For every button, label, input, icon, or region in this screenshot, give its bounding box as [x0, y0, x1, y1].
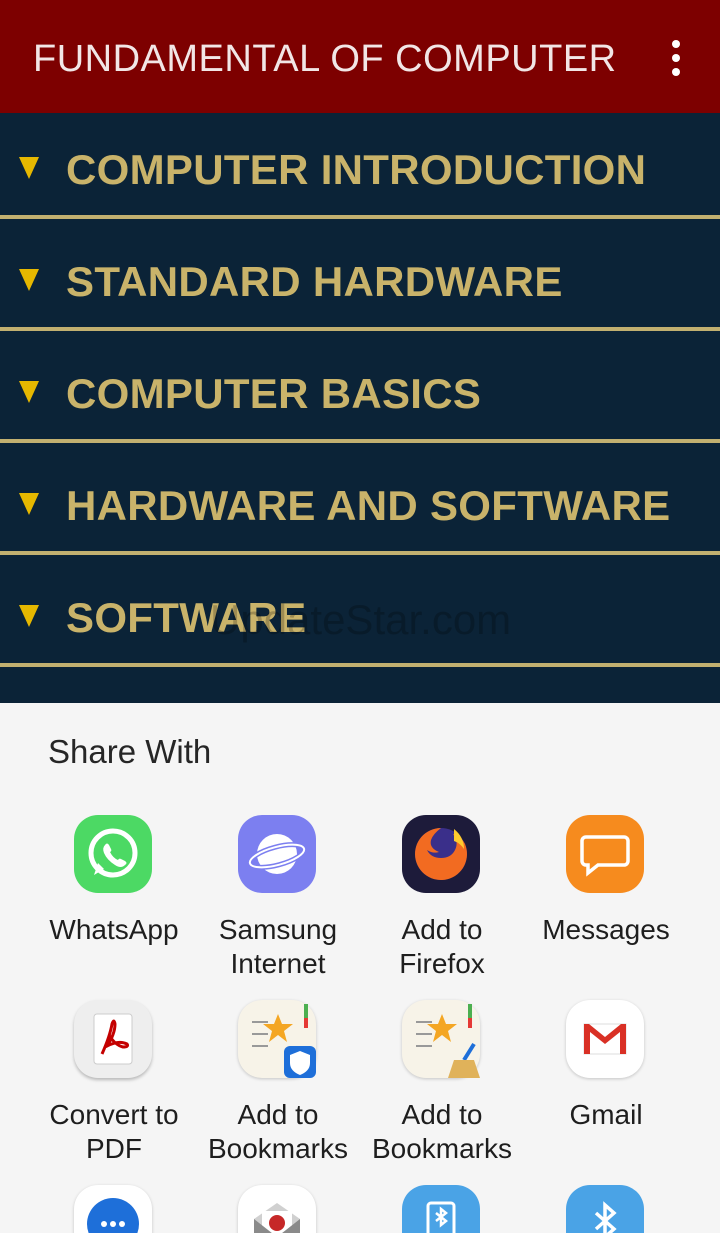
expand-arrow-icon — [19, 269, 39, 291]
share-sheet: Share With WhatsApp Samsung Internet Add… — [0, 703, 720, 1233]
share-app-label: Messages — [542, 914, 670, 945]
firefox-icon — [402, 815, 480, 893]
share-app-label: Add to Firefox — [399, 914, 485, 979]
chat-bubble-icon — [74, 1185, 152, 1233]
share-app-label: Add to Bookmarks — [371, 1099, 513, 1164]
topic-row-computer-introduction[interactable]: COMPUTER INTRODUCTION — [0, 113, 720, 219]
share-sheet-title: Share With — [48, 733, 212, 770]
more-vert-icon[interactable] — [660, 36, 692, 80]
share-app-label: Add to Bookmarks — [207, 1099, 349, 1164]
topic-label: STANDARD HARDWARE — [66, 258, 563, 305]
topic-row-software[interactable]: SOFTWARE — [0, 561, 720, 667]
topic-row-hardware-and-software[interactable]: HARDWARE AND SOFTWARE — [0, 449, 720, 555]
expand-arrow-icon — [19, 605, 39, 627]
bluetooth-icon — [566, 1185, 644, 1233]
share-app-label: Gmail — [569, 1099, 643, 1130]
bookmarks-broom-icon — [402, 1000, 480, 1078]
expand-arrow-icon — [19, 381, 39, 403]
pdf-icon — [74, 1000, 152, 1078]
bluetooth-file-icon — [402, 1185, 480, 1233]
app-bar: FUNDAMENTAL OF COMPUTER — [0, 0, 720, 113]
share-app-label: Samsung Internet — [218, 914, 338, 979]
expand-arrow-icon — [19, 493, 39, 515]
expand-arrow-icon — [19, 157, 39, 179]
bookmarks-shield-icon — [238, 1000, 316, 1078]
mail-icon — [238, 1185, 316, 1233]
share-app-label: WhatsApp — [49, 914, 179, 945]
messages-icon — [566, 815, 644, 893]
topic-list: COMPUTER INTRODUCTION STANDARD HARDWARE … — [0, 113, 720, 703]
topic-label: COMPUTER BASICS — [66, 370, 482, 417]
topic-row-partial[interactable] — [0, 673, 720, 703]
samsung-internet-icon — [238, 815, 316, 893]
topic-label: HARDWARE AND SOFTWARE — [66, 482, 671, 529]
topic-row-standard-hardware[interactable]: STANDARD HARDWARE — [0, 225, 720, 331]
gmail-icon — [566, 1000, 644, 1078]
topic-label: SOFTWARE — [66, 594, 307, 641]
page-title: FUNDAMENTAL OF COMPUTER — [33, 38, 617, 80]
topic-label: COMPUTER INTRODUCTION — [66, 146, 647, 193]
topic-row-computer-basics[interactable]: COMPUTER BASICS — [0, 337, 720, 443]
share-app-label: Convert to PDF — [49, 1099, 179, 1164]
whatsapp-icon — [74, 815, 152, 893]
